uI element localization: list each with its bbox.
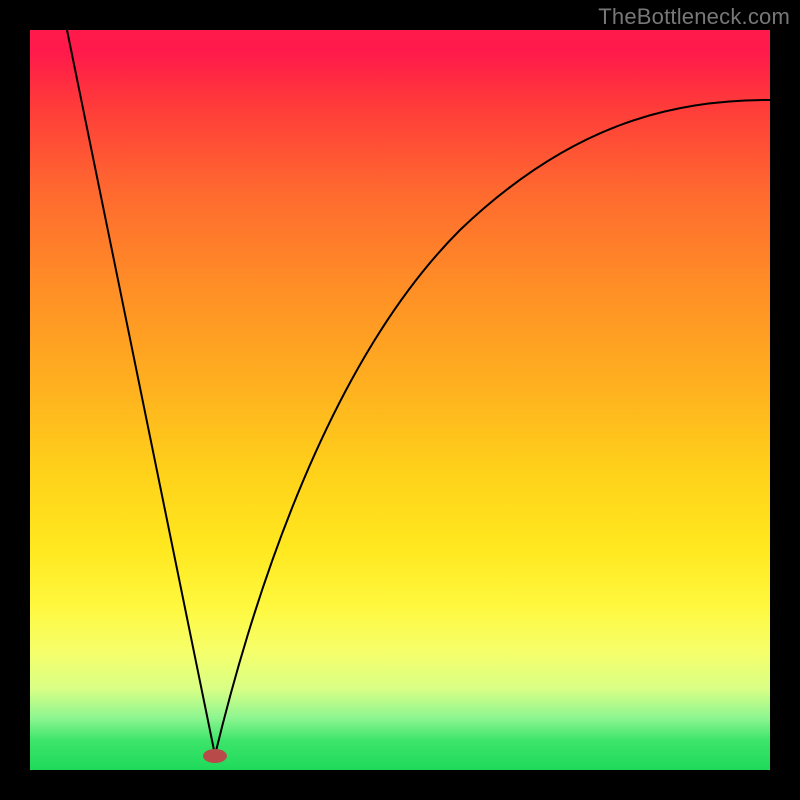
plot-area	[30, 30, 770, 770]
bottleneck-curve	[30, 30, 770, 770]
curve-left-branch	[67, 30, 215, 755]
curve-right-branch	[215, 100, 770, 755]
chart-frame: TheBottleneck.com	[0, 0, 800, 800]
minimum-marker	[203, 749, 227, 763]
watermark-text: TheBottleneck.com	[598, 4, 790, 30]
